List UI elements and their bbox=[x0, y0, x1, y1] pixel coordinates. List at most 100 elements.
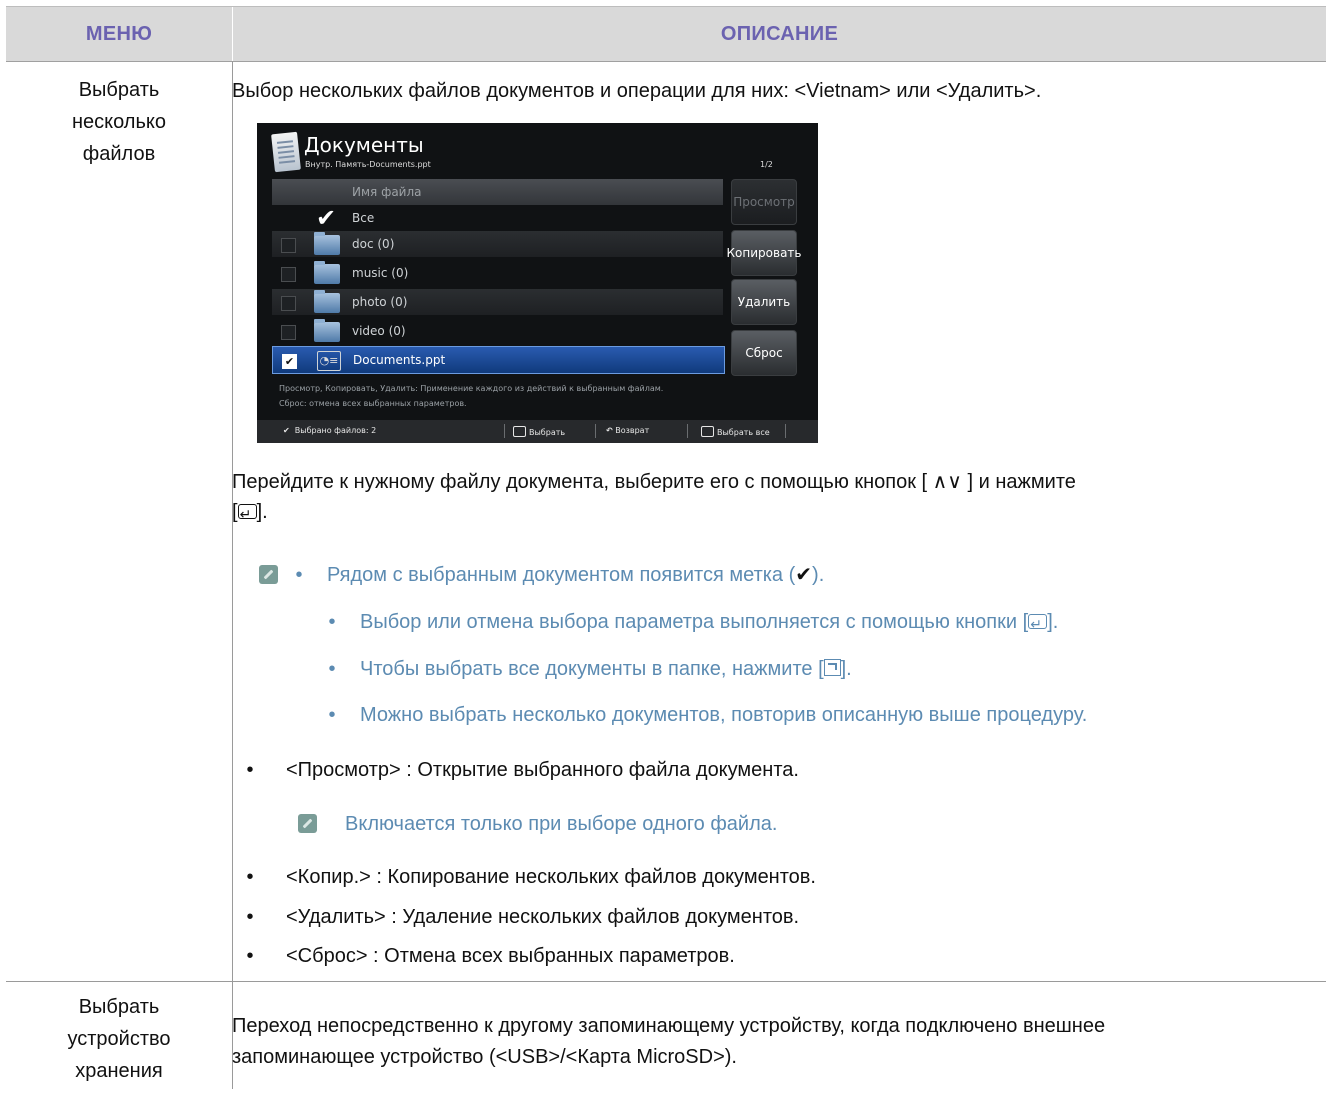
list-item-name: doc (0) bbox=[352, 237, 395, 251]
help-text-2: Сброс: отмена всех выбранных параметров. bbox=[279, 399, 467, 408]
menu-line: устройство bbox=[67, 1028, 171, 1050]
list-header: Имя файла bbox=[272, 179, 723, 205]
folder-icon bbox=[314, 319, 340, 342]
list-item[interactable]: ✔ Все bbox=[272, 205, 723, 231]
bullet-item: • <Сброс> : Отмена всех выбранных парамет… bbox=[246, 945, 735, 967]
list-item-name: Documents.ppt bbox=[353, 353, 446, 367]
bracket-text: [ bbox=[232, 501, 238, 523]
note-icon bbox=[259, 565, 278, 584]
copy-button[interactable]: Копировать bbox=[727, 230, 801, 276]
list-item-name: music (0) bbox=[352, 266, 409, 280]
view-button[interactable]: Просмотр bbox=[731, 179, 797, 225]
checkmark-icon: ✔ bbox=[283, 426, 290, 435]
footer-select-all[interactable]: Выбрать все bbox=[701, 426, 770, 437]
bullet-text: <Сброс> : Отмена всех выбранных параметр… bbox=[286, 945, 735, 967]
folder-icon bbox=[314, 261, 340, 284]
list-item-selected[interactable]: ✔ ◔≡ Documents.ppt bbox=[272, 346, 725, 374]
note-item: • Можно выбрать несколько документов, по… bbox=[328, 704, 1088, 726]
footer-select[interactable]: Выбрать bbox=[513, 426, 565, 437]
menu-line: хранения bbox=[75, 1060, 163, 1082]
document-icon bbox=[271, 131, 301, 173]
bracket-text: ]. bbox=[256, 501, 268, 523]
delete-button[interactable]: Удалить bbox=[731, 279, 797, 325]
enter-key-icon bbox=[513, 426, 526, 437]
menu-line: Выбрать bbox=[78, 79, 160, 101]
note-text: Чтобы выбрать все документы в папке, наж… bbox=[360, 658, 824, 680]
ppt-file-icon: ◔≡ bbox=[317, 351, 341, 371]
storage-description-line: Переход непосредственно к другому запоми… bbox=[232, 1015, 1106, 1037]
instruction-text: ] и нажмите bbox=[961, 471, 1076, 493]
bullet-text: <Удалить> : Удаление нескольких файлов д… bbox=[286, 906, 800, 928]
footer-select-label: Выбрать bbox=[529, 428, 566, 437]
note-item: • Чтобы выбрать все документы в папке, н… bbox=[328, 658, 852, 680]
up-down-arrows-icon: ∧∨ bbox=[932, 471, 962, 493]
documents-screenshot: Документы Внутр. Память-Documents.ppt 1/… bbox=[257, 123, 818, 443]
menu-line: файлов bbox=[82, 143, 156, 165]
checkbox[interactable] bbox=[281, 325, 296, 340]
list-item[interactable]: music (0) bbox=[272, 260, 723, 286]
footer-select-all-label: Выбрать все bbox=[717, 428, 770, 437]
select-all-key-icon bbox=[701, 426, 714, 437]
checkbox[interactable] bbox=[281, 238, 296, 253]
instruction-line-2: []. bbox=[232, 498, 268, 529]
checkmark-icon: ✔ bbox=[316, 204, 337, 232]
bullet-text: <Копир.> : Копирование нескольких файлов… bbox=[286, 866, 816, 888]
screen-page-indicator: 1/2 bbox=[760, 160, 773, 169]
instruction-text: Перейдите к нужному файлу документа, выб… bbox=[232, 471, 933, 493]
note-item: • Выбор или отмена выбора параметра выпо… bbox=[328, 608, 1059, 639]
list-item-name: photo (0) bbox=[352, 295, 408, 309]
enter-key-icon bbox=[1028, 610, 1048, 639]
menu-line: Выбрать bbox=[78, 996, 160, 1018]
help-text-1: Просмотр, Копировать, Удалить: Применени… bbox=[279, 384, 664, 393]
footer-selected-count: Выбрано файлов: 2 bbox=[294, 426, 377, 435]
note-text: ]. bbox=[840, 658, 852, 680]
bullet-text: <Просмотр> : Открытие выбранного файла д… bbox=[286, 759, 799, 781]
footer-separator bbox=[504, 424, 505, 438]
checkmark-icon: ✔ bbox=[795, 564, 813, 586]
folder-icon bbox=[314, 232, 340, 255]
list-header-label: Имя файла bbox=[352, 185, 422, 199]
list-item[interactable]: video (0) bbox=[272, 318, 723, 344]
header-desc-cell: ОПИСАНИЕ bbox=[233, 7, 1326, 61]
storage-description: Переход непосредственно к другому запоми… bbox=[232, 1011, 1105, 1073]
footer-separator bbox=[595, 424, 596, 438]
checkbox[interactable] bbox=[281, 296, 296, 311]
header-menu-label: МЕНЮ bbox=[85, 22, 153, 45]
return-icon: ↶ bbox=[606, 426, 613, 435]
screen-footer: ✔ Выбрано файлов: 2 Выбрать ↶ Возврат Вы… bbox=[257, 420, 818, 443]
header-menu-cell: МЕНЮ bbox=[6, 7, 233, 61]
menu-line: несколько bbox=[71, 111, 166, 133]
enter-key-icon bbox=[237, 500, 257, 529]
menu-cell-select-multiple: Выбрать несколько файлов bbox=[6, 74, 232, 170]
bullet-item: • <Удалить> : Удаление нескольких файлов … bbox=[246, 906, 800, 928]
intro-text: Выбор нескольких файлов документов и опе… bbox=[232, 80, 1042, 102]
row-divider bbox=[6, 981, 1326, 982]
note-text: Выбор или отмена выбора параметра выполн… bbox=[360, 611, 1029, 633]
folder-icon bbox=[314, 290, 340, 313]
note-icon bbox=[298, 814, 317, 833]
checkbox[interactable] bbox=[281, 267, 296, 282]
screen-path: Внутр. Память-Documents.ppt bbox=[305, 160, 431, 169]
note-item: • Рядом с выбранным документом появится … bbox=[295, 564, 825, 586]
note-text: Рядом с выбранным документом появится ме… bbox=[327, 564, 796, 586]
reset-button[interactable]: Сброс bbox=[731, 330, 797, 376]
bullet-item: • <Просмотр> : Открытие выбранного файла … bbox=[246, 759, 799, 781]
footer-separator bbox=[687, 424, 688, 438]
footer-back[interactable]: ↶ Возврат bbox=[606, 426, 649, 435]
note-text: Можно выбрать несколько документов, повт… bbox=[360, 704, 1088, 726]
list-item[interactable]: photo (0) bbox=[272, 289, 723, 315]
sub-note-text: Включается только при выборе одного файл… bbox=[345, 813, 778, 835]
checkbox-checked[interactable]: ✔ bbox=[282, 354, 297, 369]
footer-selected: ✔ Выбрано файлов: 2 bbox=[283, 426, 376, 435]
screen-title: Документы bbox=[304, 133, 424, 157]
menu-table: МЕНЮ ОПИСАНИЕ Выбрать несколько файлов В… bbox=[6, 6, 1326, 1089]
table-header: МЕНЮ ОПИСАНИЕ bbox=[6, 6, 1326, 62]
footer-back-label: Возврат bbox=[615, 426, 650, 435]
note-text: ]. bbox=[1047, 611, 1059, 633]
menu-cell-select-storage: Выбрать устройство хранения bbox=[6, 991, 232, 1087]
column-divider bbox=[232, 61, 233, 1089]
instruction-line-1: Перейдите к нужному файлу документа, выб… bbox=[232, 468, 1076, 497]
footer-separator bbox=[785, 424, 786, 438]
list-item[interactable]: doc (0) bbox=[272, 231, 723, 257]
list-item-name: video (0) bbox=[352, 324, 406, 338]
